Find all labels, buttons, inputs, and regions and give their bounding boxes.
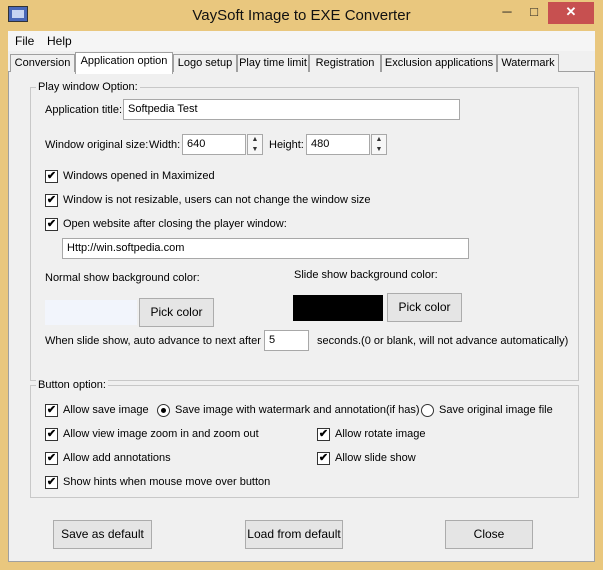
height-label: Height:	[269, 139, 304, 151]
client-area: File Help Conversion Application option …	[8, 31, 595, 562]
minimize-button[interactable]: ─	[493, 2, 521, 24]
width-input[interactable]: 640	[182, 134, 246, 155]
tab-application-option[interactable]: Application option	[75, 52, 173, 74]
allow-zoom-label: Allow view image zoom in and zoom out	[63, 428, 259, 440]
menu-help[interactable]: Help	[47, 34, 72, 48]
normal-bg-label: Normal show background color:	[45, 272, 200, 284]
load-from-default-button[interactable]: Load from default	[245, 520, 343, 549]
down-arrow-icon[interactable]: ▼	[248, 145, 262, 154]
allow-slideshow-label: Allow slide show	[335, 452, 416, 464]
window-size-label: Window original size:	[45, 139, 149, 151]
allow-rotate-checkbox[interactable]: ✔	[317, 428, 330, 441]
save-watermark-label: Save image with watermark and annotation…	[175, 404, 420, 416]
allow-slideshow-checkbox[interactable]: ✔	[317, 452, 330, 465]
allow-annotations-label: Allow add annotations	[63, 452, 171, 464]
maximize-button[interactable]: □	[521, 2, 547, 24]
normal-pick-color-button[interactable]: Pick color	[139, 298, 214, 327]
not-resizable-label: Window is not resizable, users can not c…	[63, 194, 371, 206]
down-arrow-icon[interactable]: ▼	[372, 145, 386, 154]
save-watermark-radio[interactable]	[157, 404, 170, 417]
menu-file[interactable]: File	[15, 34, 34, 48]
close-window-button[interactable]: ✕	[548, 2, 594, 24]
tab-conversion[interactable]: Conversion	[10, 54, 75, 73]
height-stepper[interactable]: ▲ ▼	[371, 134, 387, 155]
menu-bar: File Help	[8, 31, 595, 51]
width-stepper[interactable]: ▲ ▼	[247, 134, 263, 155]
app-window: VaySoft Image to EXE Converter ─ □ ✕ Fil…	[0, 0, 603, 570]
slide-pick-color-button[interactable]: Pick color	[387, 293, 462, 322]
close-button[interactable]: Close	[445, 520, 533, 549]
title-bar: VaySoft Image to EXE Converter ─ □ ✕	[0, 0, 603, 31]
advance-suffix-label: seconds.(0 or blank, will not advance au…	[317, 335, 569, 347]
save-as-default-button[interactable]: Save as default	[53, 520, 152, 549]
allow-zoom-checkbox[interactable]: ✔	[45, 428, 58, 441]
allow-rotate-label: Allow rotate image	[335, 428, 426, 440]
not-resizable-checkbox[interactable]: ✔	[45, 194, 58, 207]
allow-annotations-checkbox[interactable]: ✔	[45, 452, 58, 465]
maximized-label: Windows opened in Maximized	[63, 170, 215, 182]
advance-label: When slide show, auto advance to next af…	[45, 335, 261, 347]
website-input[interactable]: Http://win.softpedia.com	[62, 238, 469, 259]
app-title-label: Application title:	[45, 104, 123, 116]
open-website-label: Open website after closing the player wi…	[63, 218, 287, 230]
height-input[interactable]: 480	[306, 134, 370, 155]
normal-bg-swatch	[45, 300, 137, 325]
slide-bg-swatch	[293, 295, 383, 321]
up-arrow-icon[interactable]: ▲	[372, 135, 386, 144]
play-window-group-label: Play window Option:	[36, 81, 140, 93]
tab-watermark[interactable]: Watermark	[497, 54, 559, 73]
tab-strip: Conversion Application option Logo setup…	[8, 52, 595, 74]
save-original-radio[interactable]	[421, 404, 434, 417]
button-option-group-label: Button option:	[36, 379, 108, 391]
up-arrow-icon[interactable]: ▲	[248, 135, 262, 144]
tab-play-time-limit[interactable]: Play time limit	[237, 54, 309, 73]
tab-exclusion-applications[interactable]: Exclusion applications	[381, 54, 497, 73]
advance-seconds-input[interactable]: 5	[264, 330, 309, 351]
width-label: Width:	[149, 139, 181, 151]
app-title-input[interactable]: Softpedia Test	[123, 99, 460, 120]
application-option-page: Play window Option: Application title: S…	[8, 72, 595, 562]
maximized-checkbox[interactable]: ✔	[45, 170, 58, 183]
show-hints-label: Show hints when mouse move over button	[63, 476, 271, 488]
show-hints-checkbox[interactable]: ✔	[45, 476, 58, 489]
allow-save-label: Allow save image	[63, 404, 149, 416]
allow-save-checkbox[interactable]: ✔	[45, 404, 58, 417]
save-original-label: Save original image file	[439, 404, 553, 416]
tab-logo-setup[interactable]: Logo setup	[173, 54, 237, 73]
slide-bg-label: Slide show background color:	[294, 269, 438, 281]
tab-registration[interactable]: Registration	[309, 54, 381, 73]
open-website-checkbox[interactable]: ✔	[45, 218, 58, 231]
